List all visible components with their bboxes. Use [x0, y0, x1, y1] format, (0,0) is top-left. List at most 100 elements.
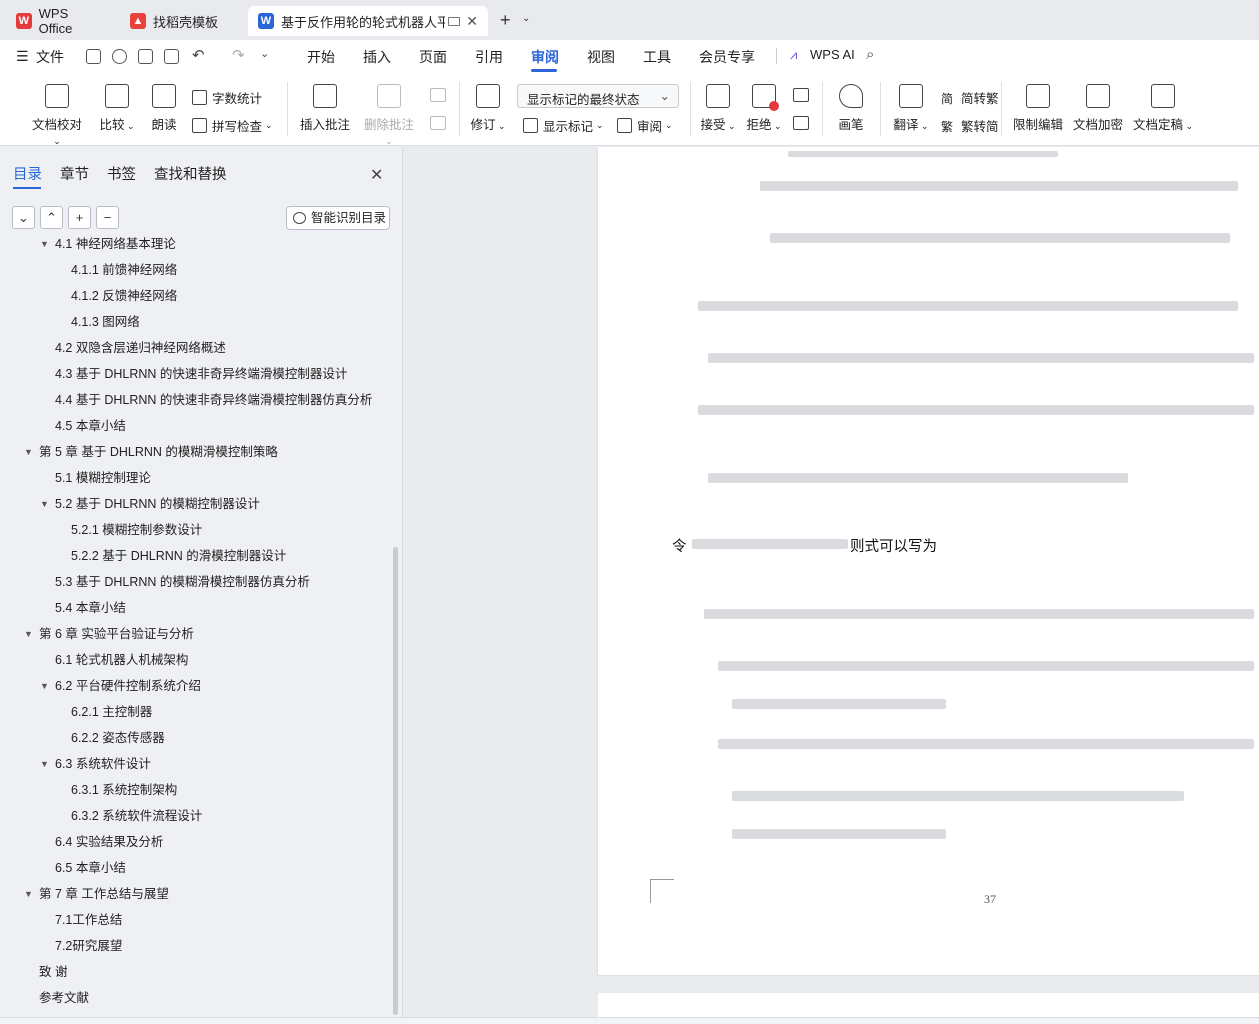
next-comment-icon[interactable] [430, 116, 446, 130]
toc-item[interactable]: 5.2 基于 DHLRNN 的模糊控制器设计 [55, 491, 260, 517]
toc-item[interactable]: 6.2 平台硬件控制系统介绍 [55, 673, 201, 699]
prev-revision-icon[interactable] [793, 88, 809, 102]
toc-item[interactable]: 4.3 基于 DHLRNN 的快速非奇异终端滑模控制器设计 [55, 361, 347, 387]
doc-proof-button[interactable]: 文档校对 ⌄ [28, 84, 86, 147]
simplified-to-traditional-button[interactable]: 简简转繁 [941, 88, 999, 107]
toc-item[interactable]: 5.3 基于 DHLRNN 的模糊滑模控制器仿真分析 [55, 569, 310, 595]
toc-item[interactable]: 5.2.1 模糊控制参数设计 [71, 517, 202, 543]
toc-item[interactable]: 4.1.3 图网络 [71, 309, 140, 335]
toc-item[interactable]: 6.3.1 系统控制架构 [71, 777, 177, 803]
menu-file[interactable]: 文件 [36, 47, 64, 67]
markup-state-select[interactable]: 显示标记的最终状态 ⌄ [517, 84, 679, 108]
collapse-arrow-icon[interactable]: ▼ [24, 889, 33, 899]
traditional-to-simplified-button[interactable]: 繁繁转简 [941, 116, 999, 135]
collapse-arrow-icon[interactable]: ▼ [40, 499, 49, 509]
compare-button[interactable]: 比较 ⌄ [98, 84, 136, 133]
share-icon[interactable] [112, 49, 127, 64]
menu-view[interactable]: 视图 [587, 47, 615, 67]
window-icon[interactable] [448, 16, 460, 26]
tab-wps-office[interactable]: W WPS Office [6, 6, 114, 36]
collapse-arrow-icon[interactable]: ▼ [40, 759, 49, 769]
tab-list-chevron-icon[interactable]: ⌄ [522, 13, 530, 24]
prev-comment-icon[interactable] [430, 88, 446, 102]
toc-item[interactable]: 7.1工作总结 [55, 907, 122, 933]
toc-item[interactable]: 6.2.2 姿态传感器 [71, 725, 165, 751]
toc-item[interactable]: 4.1 神经网络基本理论 [55, 237, 176, 257]
close-nav-icon[interactable]: ✕ [370, 165, 383, 185]
collapse-arrow-icon[interactable]: ▼ [40, 681, 49, 691]
menu-start[interactable]: 开始 [307, 47, 335, 67]
toc-item[interactable]: 致 谢 [39, 959, 67, 985]
menu-review[interactable]: 审阅 [531, 47, 559, 67]
pen-button[interactable]: 画笔 [836, 84, 866, 133]
redo-icon[interactable]: ↷ [232, 46, 245, 64]
new-tab-plus-icon[interactable]: + [500, 10, 511, 31]
toc-scrollbar[interactable] [393, 547, 398, 1015]
collapse-arrow-icon[interactable]: ▼ [24, 629, 33, 639]
toc-item[interactable]: 第 7 章 工作总结与展望 [39, 881, 169, 907]
toc-item[interactable]: 6.1 轮式机器人机械架构 [55, 647, 188, 673]
smart-toc-button[interactable]: 智能识别目录 [286, 206, 390, 230]
menu-page[interactable]: 页面 [419, 47, 447, 67]
hamburger-icon[interactable]: ☰ [16, 48, 29, 65]
toc-item[interactable]: 4.5 本章小结 [55, 413, 126, 439]
toc-item[interactable]: 参考文献 [39, 985, 89, 1011]
toc-item[interactable]: 6.2.1 主控制器 [71, 699, 152, 725]
nav-tab-chapters[interactable]: 章节 [60, 163, 89, 184]
toc-item[interactable]: 4.4 基于 DHLRNN 的快速非奇异终端滑模控制器仿真分析 [55, 387, 372, 413]
read-aloud-button[interactable]: 朗读 [148, 84, 180, 133]
insert-comment-button[interactable]: 插入批注 [298, 84, 352, 133]
review-pane-button[interactable]: 审阅 ⌄ [617, 116, 673, 135]
delete-comment-button[interactable]: 删除批注 ⌄ [360, 84, 418, 147]
tab-document[interactable]: W 基于反作用轮的轮式机器人平衡 ✕ [248, 6, 488, 36]
nav-tab-toc[interactable]: 目录 [13, 163, 42, 184]
remove-heading-icon[interactable]: − [96, 206, 119, 229]
wps-ai-icon[interactable]: ⩘ [790, 47, 797, 63]
toc-item[interactable]: 5.1 模糊控制理论 [55, 465, 151, 491]
toc-item[interactable]: 6.4 实验结果及分析 [55, 829, 163, 855]
menu-insert[interactable]: 插入 [363, 47, 391, 67]
toc-item[interactable]: 5.4 本章小结 [55, 595, 126, 621]
toc-item[interactable]: 7.2研究展望 [55, 933, 122, 959]
print-preview-icon[interactable] [164, 49, 179, 64]
doc-encrypt-button[interactable]: 文档加密 [1072, 84, 1124, 133]
toc-item[interactable]: 6.3.2 系统软件流程设计 [71, 803, 202, 829]
save-icon[interactable] [86, 49, 101, 64]
collapse-chevron-down-icon[interactable]: ⌄ [12, 206, 35, 229]
quick-access-chevron-icon[interactable]: ⌄ [260, 47, 269, 60]
next-revision-icon[interactable] [793, 116, 809, 130]
spell-check-button[interactable]: 拼写检查 ⌄ [192, 116, 273, 135]
nav-tab-bookmarks[interactable]: 书签 [107, 163, 136, 184]
toc-item[interactable]: 6.3 系统软件设计 [55, 751, 151, 777]
collapse-arrow-icon[interactable]: ▼ [24, 447, 33, 457]
undo-icon[interactable]: ↶ [192, 46, 205, 64]
reject-button[interactable]: 拒绝 ⌄ [746, 84, 782, 133]
toc-item[interactable]: 6.5 本章小结 [55, 855, 126, 881]
tab-docer[interactable]: ▲ 找稻壳模板 [120, 6, 242, 36]
menu-wps-ai[interactable]: WPS AI [810, 47, 855, 62]
toc-item[interactable]: 4.2 双隐含层递归神经网络概述 [55, 335, 226, 361]
close-tab-icon[interactable]: ✕ [466, 13, 478, 30]
doc-finalize-button[interactable]: 文档定稿 ⌄ [1132, 84, 1194, 133]
simplified-to-traditional-label: 简转繁 [961, 92, 999, 106]
search-icon[interactable]: ⌕ [866, 46, 874, 63]
show-markup-button[interactable]: 显示标记 ⌄ [523, 116, 604, 135]
restrict-edit-button[interactable]: 限制编辑 [1012, 84, 1064, 133]
expand-chevron-up-icon[interactable]: ⌃ [40, 206, 63, 229]
print-icon[interactable] [138, 49, 153, 64]
toc-item[interactable]: 第 5 章 基于 DHLRNN 的模糊滑模控制策略 [39, 439, 278, 465]
accept-button[interactable]: 接受 ⌄ [700, 84, 736, 133]
menu-tools[interactable]: 工具 [643, 47, 671, 67]
toc-item[interactable]: 5.2.2 基于 DHLRNN 的滑模控制器设计 [71, 543, 286, 569]
translate-button[interactable]: 翻译 ⌄ [892, 84, 930, 133]
toc-item[interactable]: 4.1.1 前馈神经网络 [71, 257, 177, 283]
toc-item[interactable]: 第 6 章 实验平台验证与分析 [39, 621, 194, 647]
toc-item[interactable]: 4.1.2 反馈神经网络 [71, 283, 177, 309]
collapse-arrow-icon[interactable]: ▼ [40, 239, 49, 249]
add-heading-icon[interactable]: + [68, 206, 91, 229]
word-count-button[interactable]: 字数统计 [192, 88, 262, 107]
revise-button[interactable]: 修订 ⌄ [470, 84, 506, 133]
nav-tab-find-replace[interactable]: 查找和替换 [154, 163, 227, 184]
menu-reference[interactable]: 引用 [475, 47, 503, 67]
menu-member[interactable]: 会员专享 [699, 47, 755, 67]
